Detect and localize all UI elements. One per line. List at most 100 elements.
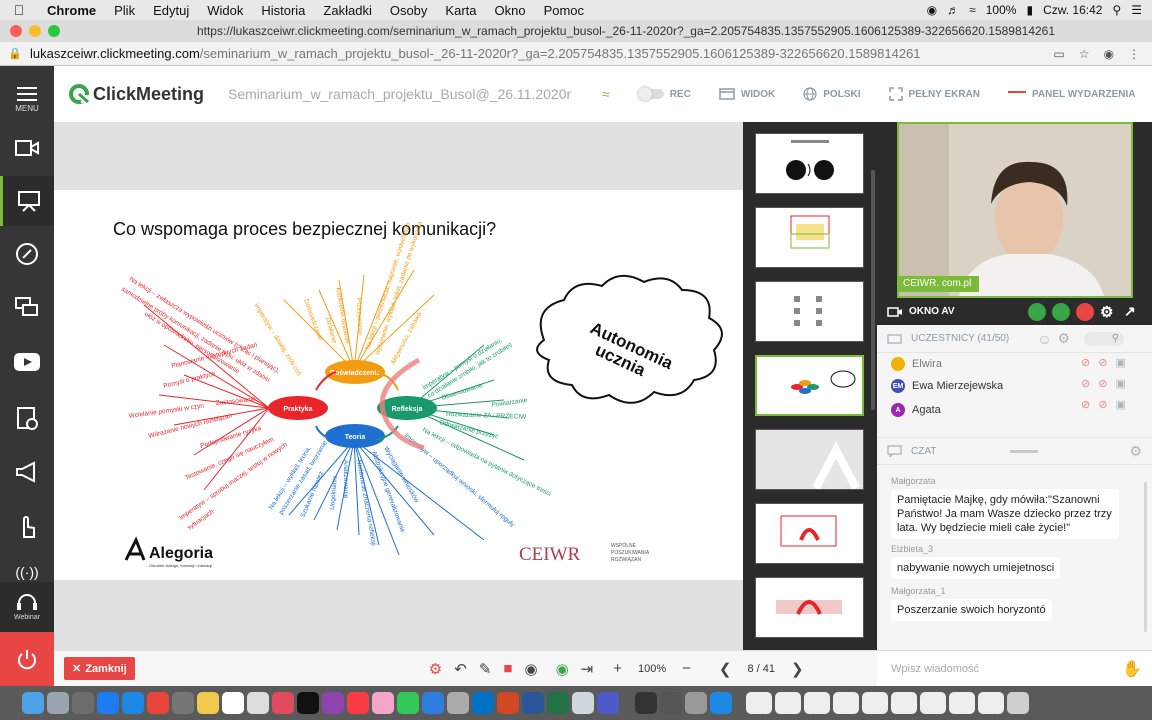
zoom-app-icon[interactable] xyxy=(422,692,444,714)
apple-tv-icon[interactable] xyxy=(297,692,319,714)
raise-hand-chat-icon[interactable]: ✋ xyxy=(1122,659,1142,679)
youtube-button[interactable] xyxy=(0,340,54,384)
thumbnail-slide-7[interactable] xyxy=(755,577,864,638)
recent-document-thumbnail[interactable] xyxy=(775,692,801,714)
finder-icon[interactable] xyxy=(22,692,44,714)
menu-osoby[interactable]: Osoby xyxy=(381,3,437,18)
address-bar[interactable]: 🔒 lukaszceiwr.clickmeeting.com/seminariu… xyxy=(0,42,1152,66)
photos-icon[interactable] xyxy=(372,692,394,714)
toggle-camera-icon[interactable] xyxy=(1028,302,1046,321)
view-button[interactable]: WIDOK xyxy=(719,88,775,100)
fullscreen-button[interactable]: PEŁNY EKRAN xyxy=(888,87,980,101)
minimize-window-icon[interactable] xyxy=(29,25,41,37)
rec-toggle[interactable]: REC xyxy=(637,87,691,101)
cta-button[interactable] xyxy=(0,450,54,494)
thumbnail-slide-1[interactable] xyxy=(755,133,864,194)
cast-icon[interactable]: ▭ xyxy=(1053,47,1064,61)
clock[interactable]: Czw. 16:42 xyxy=(1043,3,1102,17)
more-options-icon[interactable]: ⋮ xyxy=(1128,47,1140,61)
leave-button[interactable] xyxy=(0,632,54,686)
wifi-icon[interactable]: ≈ xyxy=(969,3,976,17)
recent-document-thumbnail[interactable] xyxy=(920,692,946,714)
battery-icon[interactable]: ▮ xyxy=(1026,3,1033,17)
thumbnail-slide-5[interactable] xyxy=(755,429,864,490)
extension-icon[interactable]: ◉ xyxy=(1104,47,1114,61)
broadcast-button[interactable]: ((·)) xyxy=(0,562,54,582)
notes-icon[interactable] xyxy=(197,692,219,714)
screen-share-button[interactable] xyxy=(0,286,54,330)
outlook-icon[interactable] xyxy=(472,692,494,714)
thumbnail-slide-8-active[interactable] xyxy=(755,355,864,416)
dock-app-icon[interactable] xyxy=(685,692,707,714)
volume-icon[interactable]: ♬ xyxy=(947,3,959,17)
tab-title[interactable]: https://lukaszceiwr.clickmeeting.com/sem… xyxy=(120,24,1152,38)
clickmeeting-dock-icon[interactable] xyxy=(635,692,657,714)
camera-off-icon[interactable]: ⊘ xyxy=(1081,356,1090,369)
dock-app-icon[interactable] xyxy=(660,692,682,714)
zoom-window-icon[interactable] xyxy=(48,25,60,37)
music-icon[interactable] xyxy=(272,692,294,714)
launchpad-icon[interactable] xyxy=(47,692,69,714)
spotlight-icon[interactable]: ⚲ xyxy=(1112,3,1121,17)
close-window-icon[interactable] xyxy=(10,25,22,37)
bookmark-star-icon[interactable]: ☆ xyxy=(1079,47,1090,61)
add-participant-icon[interactable]: ☺ xyxy=(1037,331,1051,347)
thumbnail-slide-3[interactable] xyxy=(755,281,864,342)
popout-icon[interactable]: ↗ xyxy=(1124,303,1142,321)
chat-input[interactable]: Wpisz wiadomość ✋ xyxy=(877,650,1152,686)
clickmeeting-logo[interactable]: ClickMeeting xyxy=(68,83,226,105)
laser-pointer-icon[interactable]: ⚙ xyxy=(429,660,442,678)
color-picker-icon[interactable]: ■ xyxy=(503,660,512,677)
presentation-button[interactable] xyxy=(0,176,54,226)
participant-row[interactable]: EM Ewa Mierzejewska xyxy=(891,375,1003,397)
thumbnail-slide-6[interactable] xyxy=(755,503,864,564)
menu-widok[interactable]: Widok xyxy=(198,3,252,18)
camera-button[interactable] xyxy=(0,126,54,170)
webinar-button[interactable]: Webinar xyxy=(0,582,54,632)
messages-icon[interactable] xyxy=(397,692,419,714)
recent-document-thumbnail[interactable] xyxy=(833,692,859,714)
recent-document-thumbnail[interactable] xyxy=(804,692,830,714)
lock-icon[interactable]: 🔒 xyxy=(0,47,30,60)
participant-row[interactable]: A Agata xyxy=(891,399,941,421)
mic-off-icon[interactable]: ⊘ xyxy=(1098,398,1107,411)
chat-scrollbar[interactable] xyxy=(1144,482,1147,632)
thumbnails-scrollbar[interactable] xyxy=(871,170,875,410)
recent-document-thumbnail[interactable] xyxy=(978,692,1004,714)
previous-slide-icon[interactable]: ❮ xyxy=(719,660,732,678)
toggle-mic-icon[interactable] xyxy=(1052,302,1070,321)
dock-app-icon[interactable] xyxy=(710,692,732,714)
menu-historia[interactable]: Historia xyxy=(252,3,314,18)
excel-icon[interactable] xyxy=(547,692,569,714)
participants-search[interactable]: ⚲ xyxy=(1084,331,1125,346)
menu-zakladki[interactable]: Zakładki xyxy=(314,3,380,18)
system-preferences-icon[interactable] xyxy=(72,692,94,714)
zoom-out-icon[interactable]: − xyxy=(682,660,691,677)
chat-resize-handle[interactable] xyxy=(1010,449,1039,453)
event-panel-button[interactable]: PANEL WYDARZENIA xyxy=(1008,89,1136,100)
menu-pomoc[interactable]: Pomoc xyxy=(535,3,593,18)
chrome-icon[interactable] xyxy=(147,692,169,714)
recent-document-thumbnail[interactable] xyxy=(746,692,772,714)
recent-document-thumbnail[interactable] xyxy=(862,692,888,714)
battery-percent[interactable]: 100% xyxy=(986,3,1017,17)
calendar-icon[interactable] xyxy=(222,692,244,714)
av-settings-icon[interactable]: ⚙ xyxy=(1100,303,1118,321)
reminders-icon[interactable] xyxy=(247,692,269,714)
whiteboard-button[interactable] xyxy=(0,232,54,276)
trash-icon[interactable] xyxy=(1007,692,1029,714)
control-center-icon[interactable]: ☰ xyxy=(1131,3,1142,17)
apple-icon[interactable]:  xyxy=(0,2,38,18)
participant-row[interactable]: Elwira xyxy=(891,353,942,375)
camera-off-icon[interactable]: ⊘ xyxy=(1081,377,1090,390)
touch-button[interactable] xyxy=(0,504,54,548)
podcasts-icon[interactable] xyxy=(322,692,344,714)
mic-off-icon[interactable]: ⊘ xyxy=(1098,356,1107,369)
itunes-icon[interactable] xyxy=(347,692,369,714)
word-icon[interactable] xyxy=(522,692,544,714)
zoom-in-icon[interactable]: + xyxy=(613,660,622,677)
maps-icon[interactable] xyxy=(572,692,594,714)
recent-document-thumbnail[interactable] xyxy=(891,692,917,714)
app-store-icon[interactable] xyxy=(97,692,119,714)
photo-booth-icon[interactable] xyxy=(172,692,194,714)
